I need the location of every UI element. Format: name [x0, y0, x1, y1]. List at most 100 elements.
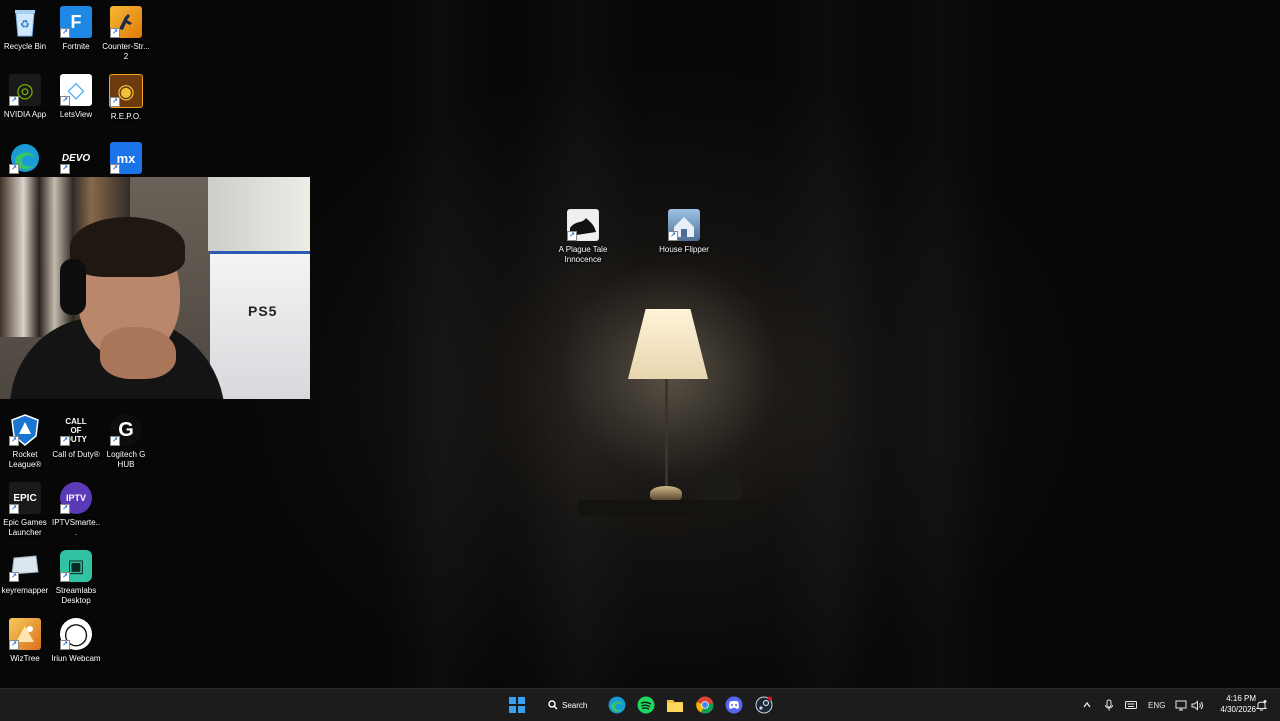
mx-icon: mx ↗	[110, 142, 142, 174]
taskbar-discord[interactable]	[721, 694, 747, 716]
network-icon	[1175, 700, 1187, 710]
desktop-icon-label: A Plague Tale Innocence	[558, 245, 608, 264]
windows-logo-icon	[509, 697, 525, 713]
lamp-base	[650, 486, 682, 500]
webcam-overlay: PS5	[0, 177, 310, 399]
svg-text:♻: ♻	[20, 18, 30, 31]
plague-tale-icon: ↗	[567, 209, 599, 241]
show-hidden-icons-button[interactable]	[1082, 689, 1092, 721]
clock-time: 4:16 PM	[1226, 694, 1256, 703]
edge-icon: ↗	[9, 142, 41, 174]
clock-date: 4/30/2026	[1220, 705, 1256, 714]
desktop-icon-mx[interactable]: mx ↗	[101, 142, 151, 174]
desktop-icon-label: Logitech G HUB	[106, 450, 146, 469]
desktop-icon-nvidia-app[interactable]: ◎ ↗ NVIDIA App	[0, 74, 50, 120]
volume-button[interactable]	[1191, 689, 1204, 721]
taskbar-edge[interactable]	[604, 694, 630, 716]
desktop-icon-label: NVIDIA App	[3, 110, 47, 119]
language-indicator[interactable]: ENG	[1148, 689, 1165, 721]
lamp-pole	[665, 379, 668, 489]
desktop-icon-iptv-smarters[interactable]: IPTV ↗ IPTVSmarte...	[51, 482, 101, 538]
desktop-icon-wiztree[interactable]: ↗ WizTree	[0, 618, 50, 664]
devo-icon: DEVO ↗	[60, 152, 91, 174]
clock[interactable]: 4:16 PM 4/30/2026	[1208, 693, 1256, 715]
desktop-icon-house-flipper[interactable]: ↗ House Flipper	[659, 209, 709, 255]
taskbar-file-explorer[interactable]	[662, 694, 688, 716]
search-icon	[548, 700, 558, 710]
chrome-icon	[696, 696, 714, 714]
network-button[interactable]	[1175, 689, 1187, 721]
spotify-icon	[637, 696, 655, 714]
epic-games-icon: EPIC ↗	[9, 482, 41, 514]
folder-icon	[667, 700, 683, 712]
desktop-icon-label: keyremapper	[1, 586, 49, 595]
taskbar-spotify[interactable]	[633, 694, 659, 716]
webcam-ps5-box	[210, 251, 310, 399]
desktop-icon-label: WizTree	[10, 654, 40, 663]
desktop-icon-label: Recycle Bin	[3, 42, 47, 51]
desktop-icon-iriun-webcam[interactable]: ◯ ↗ Iriun Webcam	[51, 618, 101, 664]
call-of-duty-icon: CALL OF DUTY ↗	[60, 414, 92, 446]
nvidia-icon: ◎ ↗	[9, 74, 41, 106]
counter-strike-icon: ↗	[110, 6, 142, 38]
desktop-icon-label: Counter-Str... 2	[102, 42, 150, 61]
desktop-icon-repo[interactable]: ◉ ↗ R.E.P.O.	[101, 74, 151, 122]
search-button[interactable]: Search	[541, 694, 597, 716]
keyboard-button[interactable]	[1125, 689, 1137, 721]
volume-icon	[1191, 699, 1203, 711]
desktop-icon-label: Fortnite	[62, 42, 90, 51]
desktop-icon-counter-strike[interactable]: ↗ Counter-Str... 2	[101, 6, 151, 62]
desktop-icon-label: Epic Games Launcher	[3, 518, 47, 537]
desktop-icon-call-of-duty[interactable]: CALL OF DUTY ↗ Call of Duty®	[51, 414, 101, 460]
desktop-icon-label: Call of Duty®	[52, 450, 100, 459]
desktop-icon-label: LetsView	[59, 110, 93, 119]
house-flipper-icon: ↗	[668, 209, 700, 241]
letsview-icon: ◇ ↗	[60, 74, 92, 106]
webcam-person-hair	[70, 217, 185, 277]
webcam-person-headset	[60, 259, 86, 315]
rocket-league-icon: ↗	[9, 414, 41, 446]
desktop-icon-letsview[interactable]: ◇ ↗ LetsView	[51, 74, 101, 120]
desktop-icon-fortnite[interactable]: F ↗ Fortnite	[51, 6, 101, 52]
desktop-icon-recycle-bin[interactable]: ♻ Recycle Bin	[0, 6, 50, 52]
notification-bell-icon	[1256, 700, 1267, 711]
curtain-fold	[880, 0, 1000, 688]
microphone-button[interactable]	[1104, 689, 1114, 721]
taskbar: Search ENG 4:16 PM 4/30/2026	[0, 688, 1280, 721]
desktop-icon-streamlabs[interactable]: ▣ ↗ Streamlabs Desktop	[51, 550, 101, 606]
notifications-button[interactable]	[1256, 689, 1267, 721]
desktop-icon-keyremapper[interactable]: ↗ keyremapper	[0, 550, 50, 596]
keyboard-icon	[1125, 701, 1137, 709]
microphone-icon	[1105, 699, 1113, 711]
search-label: Search	[562, 700, 588, 710]
recycle-bin-icon: ♻	[9, 6, 41, 38]
iriun-webcam-icon: ◯ ↗	[60, 618, 92, 650]
discord-icon	[725, 696, 743, 714]
desktop-icon-rocket-league[interactable]: ↗ Rocket League®	[0, 414, 50, 470]
taskbar-steam[interactable]	[751, 694, 777, 716]
chevron-up-icon	[1083, 701, 1091, 708]
desktop-icon-label: Streamlabs Desktop	[55, 586, 97, 605]
desktop-icon-logitech-g-hub[interactable]: G ↗ Logitech G HUB	[101, 414, 151, 470]
keyremapper-icon: ↗	[9, 550, 41, 582]
webcam-background-door	[208, 177, 310, 251]
start-button[interactable]	[504, 694, 530, 716]
desktop-icon-label: Iriun Webcam	[51, 654, 101, 663]
logitech-icon: G ↗	[110, 414, 142, 446]
webcam-ps5-logo: PS5	[248, 303, 278, 319]
fortnite-icon: F ↗	[60, 6, 92, 38]
desktop-icon-label: House Flipper	[659, 245, 709, 254]
desktop-icon-label: R.E.P.O.	[110, 112, 142, 121]
language-label: ENG	[1148, 700, 1166, 710]
edge-icon	[608, 696, 626, 714]
curtain-fold	[770, 0, 890, 688]
desktop-icon-epic-games[interactable]: EPIC ↗ Epic Games Launcher	[0, 482, 50, 538]
desktop-icon-plague-tale[interactable]: ↗ A Plague Tale Innocence	[557, 209, 609, 265]
desktop-icon-edge[interactable]: ↗	[0, 142, 50, 174]
taskbar-chrome[interactable]	[692, 694, 718, 716]
desktop-icon-devo[interactable]: DEVO ↗	[51, 142, 101, 174]
wiztree-icon: ↗	[9, 618, 41, 650]
repo-icon: ◉ ↗	[109, 74, 143, 108]
curtain-fold	[380, 0, 500, 688]
desktop-icon-label: IPTVSmarte...	[51, 518, 100, 537]
